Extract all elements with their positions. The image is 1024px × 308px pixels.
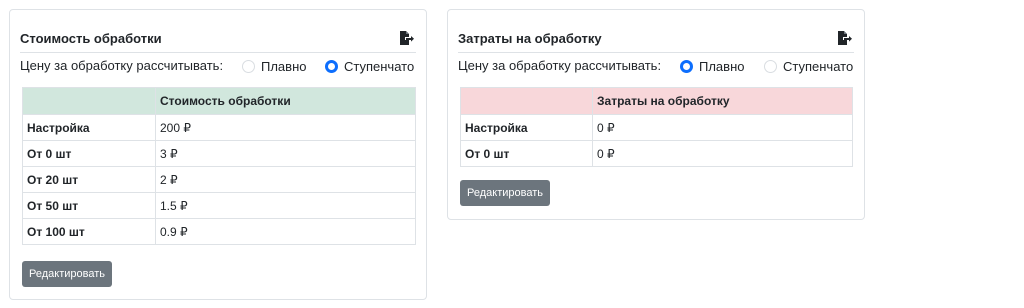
- row-value: 200 ₽: [155, 114, 416, 141]
- expense-table: Затраты на обработку Настройка 0 ₽ От 0 …: [460, 87, 853, 167]
- radio-circle[interactable]: [325, 59, 338, 73]
- price-mode-label: Цену за обработку рассчитывать:: [20, 58, 224, 73]
- row-value: 3 ₽: [155, 140, 416, 167]
- row-value: 2 ₽: [155, 166, 416, 193]
- card-title: Затраты на обработку: [458, 31, 602, 46]
- table-header-row: Затраты на обработку: [460, 87, 853, 115]
- row-value: 0.9 ₽: [155, 218, 416, 245]
- radio-circle[interactable]: [680, 59, 693, 73]
- cost-table: Стоимость обработки Настройка 200 ₽ От 0…: [22, 87, 416, 245]
- card-header: Затраты на обработку: [458, 24, 854, 53]
- radio-label: Плавно: [699, 58, 745, 74]
- row-label: От 0 шт: [22, 140, 156, 167]
- table-header-cell: [22, 87, 156, 115]
- table-header-cell: [460, 87, 593, 115]
- row-label: От 0 шт: [460, 140, 593, 167]
- edit-button[interactable]: Редактировать: [460, 180, 550, 206]
- table-header-cell: Стоимость обработки: [155, 87, 416, 115]
- table-row: От 50 шт 1.5 ₽: [22, 192, 416, 219]
- row-label: От 20 шт: [22, 166, 156, 193]
- row-label: Настройка: [460, 114, 593, 141]
- radio-circle[interactable]: [764, 59, 777, 73]
- export-file-icon[interactable]: [398, 30, 414, 46]
- radio-label: Ступенчато: [783, 58, 854, 74]
- table-row: Настройка 0 ₽: [460, 114, 853, 141]
- row-value: 1.5 ₽: [155, 192, 416, 219]
- radio-smooth[interactable]: Плавно: [680, 57, 744, 75]
- table-row: Настройка 200 ₽: [22, 114, 416, 141]
- row-label: От 100 шт: [22, 218, 156, 245]
- row-value: 0 ₽: [592, 140, 853, 167]
- table-row: От 0 шт 3 ₽: [22, 140, 416, 167]
- table-header-row: Стоимость обработки: [22, 87, 416, 115]
- price-mode-row: Цену за обработку рассчитывать: Плавно С…: [20, 56, 420, 76]
- card-title: Стоимость обработки: [20, 31, 162, 46]
- radio-stepped[interactable]: Ступенчато: [325, 57, 414, 75]
- row-label: От 50 шт: [22, 192, 156, 219]
- radio-label: Плавно: [261, 58, 307, 74]
- card-header: Стоимость обработки: [20, 24, 416, 53]
- radio-circle[interactable]: [242, 59, 255, 73]
- table-row: От 20 шт 2 ₽: [22, 166, 416, 193]
- export-file-icon[interactable]: [836, 30, 852, 46]
- table-header-cell: Затраты на обработку: [592, 87, 853, 115]
- processing-expense-card: Затраты на обработку Цену за обработку р…: [447, 9, 865, 220]
- price-mode-label: Цену за обработку рассчитывать:: [458, 58, 662, 73]
- row-value: 0 ₽: [592, 114, 853, 141]
- radio-smooth[interactable]: Плавно: [242, 57, 306, 75]
- radio-label: Ступенчато: [344, 58, 415, 74]
- radio-stepped[interactable]: Ступенчато: [764, 57, 853, 75]
- price-mode-row: Цену за обработку рассчитывать: Плавно С…: [458, 56, 858, 76]
- row-label: Настройка: [22, 114, 156, 141]
- edit-button[interactable]: Редактировать: [22, 261, 112, 287]
- table-row: От 0 шт 0 ₽: [460, 140, 853, 167]
- processing-cost-card: Стоимость обработки Цену за обработку ра…: [9, 9, 427, 300]
- table-row: От 100 шт 0.9 ₽: [22, 218, 416, 245]
